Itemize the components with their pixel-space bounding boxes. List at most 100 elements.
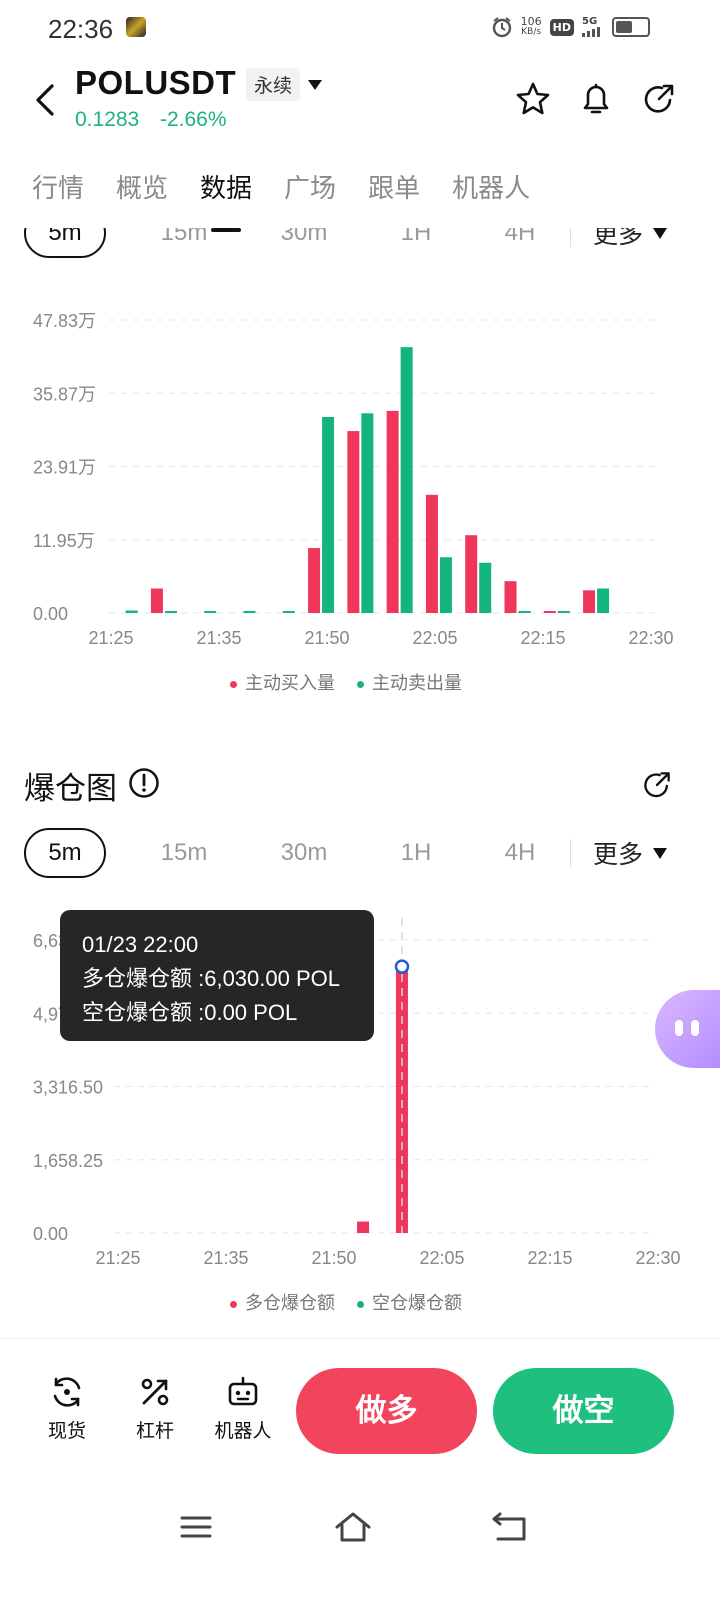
tab-copy-trading[interactable]: 跟单 [368, 168, 420, 218]
net-speed-unit: KB/s [521, 27, 542, 37]
caret-down-icon [653, 228, 668, 239]
net-speed: 106 KB/s [521, 16, 542, 38]
back-icon[interactable] [28, 80, 64, 120]
bell-icon[interactable] [577, 80, 615, 118]
interval-4h[interactable]: 4H [492, 228, 548, 247]
bar-short [479, 562, 492, 613]
status-icons: 106 KB/s HD 5G [491, 16, 650, 38]
bar-short [125, 610, 138, 613]
interval-1h[interactable]: 1H [388, 228, 444, 247]
x-tick-label: 22:30 [635, 1248, 680, 1268]
interval-1h[interactable]: 1H [388, 839, 444, 867]
menu-icon[interactable] [176, 1510, 216, 1544]
x-tick-label: 22:15 [520, 628, 565, 648]
interval-15m[interactable]: 15m [156, 228, 212, 247]
tab-square[interactable]: 广场 [284, 168, 336, 218]
legend-short: 空仓爆仓额 [357, 1289, 462, 1315]
x-tick-label: 21:25 [88, 628, 133, 648]
assistant-eye [675, 1020, 683, 1036]
liquidation-title: 爆仓图 [24, 771, 117, 807]
more-intervals-button[interactable]: 更多 [593, 835, 668, 871]
y-tick-label: 0.00 [33, 1224, 68, 1244]
x-tick-label: 22:05 [412, 628, 457, 648]
bar-long [386, 410, 399, 613]
interval-4h[interactable]: 4H [492, 839, 548, 867]
spot-icon [53, 1377, 81, 1407]
tooltip-short: 空仓爆仓额 :0.00 POL [82, 1000, 298, 1025]
contract-dropdown-icon[interactable] [308, 80, 322, 90]
contract-type-badge[interactable]: 永续 [246, 68, 301, 101]
star-icon[interactable] [514, 80, 552, 118]
legend-label: 多仓爆仓额 [245, 1293, 335, 1314]
y-tick-label: 35.87万 [33, 384, 96, 404]
y-tick-label: 23.91万 [33, 458, 96, 478]
interval-divider [570, 839, 571, 867]
more-label: 更多 [593, 228, 644, 249]
legend-dot [357, 680, 364, 688]
bar-short [439, 557, 452, 613]
more-label: 更多 [593, 840, 644, 869]
spot-button[interactable]: 现货 [27, 1374, 107, 1443]
network-type: 5G [582, 17, 604, 37]
signal-icon [582, 27, 600, 37]
share-icon[interactable] [640, 768, 674, 802]
bottom-divider [0, 1338, 720, 1339]
notification-app-icon [126, 17, 146, 37]
tab-label: 数据 [200, 174, 253, 204]
tab-label: 概览 [116, 174, 169, 204]
bar-short [164, 611, 177, 613]
legend-label: 空仓爆仓额 [372, 1293, 462, 1314]
interval-15m[interactable]: 15m [156, 839, 212, 867]
bar-short [400, 347, 413, 613]
interval-30m[interactable]: 30m [276, 839, 332, 867]
back-nav-icon[interactable] [490, 1510, 530, 1544]
legend-dot [230, 1300, 237, 1308]
robot-icon [228, 1376, 258, 1406]
symbol-title[interactable]: POLUSDT [75, 64, 236, 102]
alarm-icon [492, 17, 511, 38]
liquidation-legend: 多仓爆仓额 空仓爆仓额 [230, 1289, 462, 1315]
bar-short [322, 416, 335, 613]
legend-long: 多仓爆仓额 [230, 1289, 335, 1315]
net-speed-value: 106 [520, 15, 542, 28]
long-button[interactable]: 做多 [296, 1368, 477, 1454]
margin-button[interactable]: 杠杆 [115, 1374, 195, 1443]
bar-long [425, 494, 438, 613]
x-tick-label: 21:50 [311, 1248, 356, 1268]
tab-market[interactable]: 行情 [32, 168, 84, 218]
bar-short [597, 588, 610, 613]
legend-label: 主动卖出量 [372, 673, 462, 694]
bar-long [347, 431, 360, 613]
share-icon[interactable] [640, 80, 678, 118]
more-intervals-button[interactable]: 更多 [593, 228, 668, 251]
interval-5m[interactable]: 5m [24, 828, 106, 878]
y-tick-label: 11.95万 [33, 531, 95, 551]
bar-short [557, 611, 570, 613]
price-change: -2.66% [160, 108, 227, 131]
status-time: 22:36 [48, 14, 114, 44]
bar-long [357, 1221, 370, 1233]
tab-label: 广场 [284, 174, 337, 204]
tab-data[interactable]: 数据 [200, 168, 253, 232]
legend-dot [230, 680, 237, 688]
info-icon[interactable] [128, 767, 160, 799]
interval-30m[interactable]: 30m [276, 228, 332, 247]
tab-bots[interactable]: 机器人 [452, 168, 530, 218]
short-button[interactable]: 做空 [493, 1368, 674, 1454]
tab-label: 跟单 [368, 174, 421, 204]
y-tick-label: 1,658.25 [33, 1151, 103, 1171]
spot-label: 现货 [47, 1420, 86, 1442]
last-price: 0.1283 [75, 108, 140, 131]
interval-5m[interactable]: 5m [24, 228, 106, 258]
bar-long [583, 590, 596, 613]
bar-long [543, 611, 556, 613]
x-tick-label: 21:50 [304, 628, 349, 648]
home-icon[interactable] [333, 1510, 373, 1544]
leverage-icon [141, 1378, 169, 1406]
bot-button[interactable]: 机器人 [203, 1374, 283, 1443]
hd-badge: HD [549, 18, 574, 36]
tab-overview[interactable]: 概览 [116, 168, 168, 218]
x-tick-label: 22:05 [419, 1248, 464, 1268]
nav-tabs: 行情 概览 数据 广场 跟单 机器人 [32, 168, 562, 232]
bar-short [361, 413, 374, 613]
